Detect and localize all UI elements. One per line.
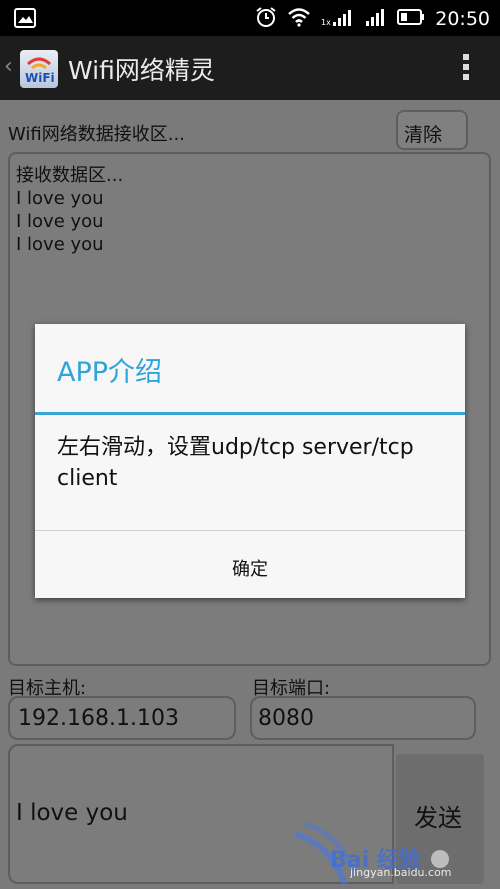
watermark-url: jingyan.baidu.com — [350, 866, 452, 879]
signal-1x-icon: 1x — [321, 7, 355, 31]
clear-button[interactable]: 清除 — [396, 110, 468, 150]
overflow-menu-icon[interactable] — [462, 54, 470, 84]
dialog-title: APP介绍 — [57, 357, 163, 388]
app-title: Wifi网络精灵 — [68, 56, 215, 85]
ok-button[interactable]: 确定 — [35, 531, 465, 598]
clock-time: 20:50 — [435, 8, 490, 30]
receive-caption: Wifi网络数据接收区... — [8, 124, 185, 145]
logo-text: WiFi — [25, 71, 55, 85]
signal-icon — [365, 7, 387, 31]
dialog-message: 左右滑动，设置udp/tcp server/tcp client — [57, 435, 414, 491]
image-notification-icon — [14, 8, 36, 32]
back-chevron-icon[interactable]: ‹ — [4, 54, 13, 79]
alarm-icon — [255, 6, 277, 32]
receive-line: 接收数据区... — [16, 165, 124, 186]
receive-line: I love you — [16, 211, 104, 232]
action-bar: ‹ WiFi Wifi网络精灵 — [0, 36, 500, 100]
app-intro-dialog: APP介绍 左右滑动，设置udp/tcp server/tcp client 确… — [35, 324, 465, 598]
port-input[interactable]: 8080 — [250, 696, 476, 740]
battery-icon — [397, 8, 425, 30]
svg-text:1x: 1x — [321, 18, 331, 27]
app-logo[interactable]: WiFi — [20, 50, 58, 88]
receive-line: I love you — [16, 234, 104, 255]
status-bar: 1x 20:50 — [0, 0, 500, 36]
wifi-icon — [287, 7, 311, 31]
dialog-title-divider — [35, 412, 465, 415]
receive-line: I love you — [16, 188, 104, 209]
host-input[interactable]: 192.168.1.103 — [8, 696, 236, 740]
